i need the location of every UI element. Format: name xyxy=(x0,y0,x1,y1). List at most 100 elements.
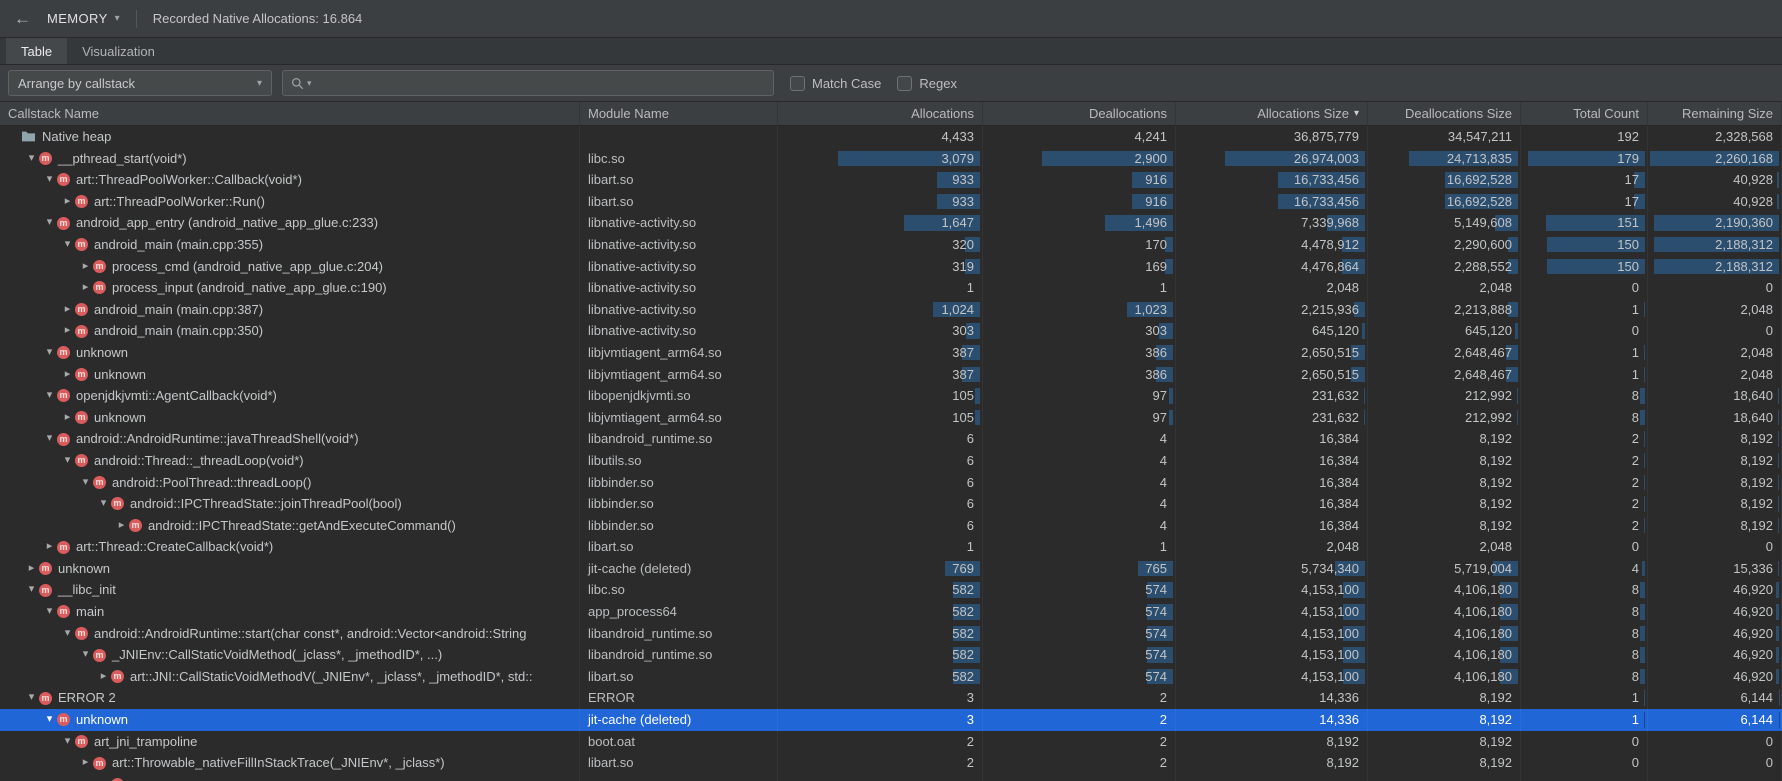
tree-expand-icon[interactable]: ▸ xyxy=(78,277,93,299)
method-icon: m xyxy=(75,735,88,748)
deallocations-cell: 1,496 xyxy=(983,212,1176,234)
tree-collapse-icon[interactable]: ▾ xyxy=(60,731,75,753)
total-count-cell: 8 xyxy=(1521,407,1648,429)
tree-expand-icon[interactable]: ▸ xyxy=(60,364,75,386)
table-row[interactable]: ▾m_JNIEnv::CallStaticVoidMethod(_jclass*… xyxy=(0,644,1782,666)
cell-value: 5,149,608 xyxy=(1454,215,1512,230)
search-field[interactable]: ▾ xyxy=(282,70,774,96)
table-row[interactable]: ▸mandroid_main (main.cpp:387)libnative-a… xyxy=(0,299,1782,321)
table-row[interactable]: ▾mandroid::Thread::_threadLoop(void*)lib… xyxy=(0,450,1782,472)
callstack-name: android::AndroidRuntime::javaThreadShell… xyxy=(76,428,359,450)
table-row[interactable]: ▾munknownlibjvmtiagent_arm64.so3873862,6… xyxy=(0,342,1782,364)
tree-collapse-icon[interactable]: ▾ xyxy=(24,687,39,709)
table-row[interactable]: ▾mERROR 2ERROR3214,3368,19216,144 xyxy=(0,687,1782,709)
deallocations-size-cell: 645,120 xyxy=(1368,320,1521,342)
table-row[interactable]: ▾mandroid::PoolThread::threadLoop()libbi… xyxy=(0,472,1782,494)
tree-collapse-icon[interactable]: ▾ xyxy=(96,493,111,515)
tree-collapse-icon[interactable]: ▾ xyxy=(42,169,57,191)
table-row[interactable]: ▾munknownjit-cache (deleted)3214,3368,19… xyxy=(0,709,1782,731)
table-row[interactable]: ▾m__libc_initlibc.so5825744,153,1004,106… xyxy=(0,579,1782,601)
column-header-allocations[interactable]: Allocations xyxy=(778,102,983,125)
tree-collapse-icon[interactable]: ▾ xyxy=(24,579,39,601)
table-row[interactable]: ▸mart::JNI::CallStaticVoidMethodV(_JNIEn… xyxy=(0,666,1782,688)
tree-collapse-icon[interactable]: ▾ xyxy=(60,450,75,472)
table-row[interactable]: ▸mart::ThreadPoolWorker::Run()libart.so9… xyxy=(0,191,1782,213)
tree-expand-icon[interactable]: ▸ xyxy=(78,256,93,278)
regex-checkbox[interactable]: Regex xyxy=(897,76,957,91)
column-header-allocations-size[interactable]: Allocations Size▾ xyxy=(1176,102,1368,125)
column-header-deallocations-size[interactable]: Deallocations Size xyxy=(1368,102,1521,125)
table-row[interactable]: ▾mandroid_app_entry (android_native_app_… xyxy=(0,212,1782,234)
table-row[interactable]: ▾mmainapp_process645825744,153,1004,106,… xyxy=(0,601,1782,623)
table-row[interactable]: ▸ xyxy=(0,774,1782,781)
tree-collapse-icon[interactable]: ▾ xyxy=(60,623,75,645)
tree-expand-icon[interactable]: ▸ xyxy=(60,407,75,429)
table-row[interactable]: ▾mart::ThreadPoolWorker::Callback(void*)… xyxy=(0,169,1782,191)
tree-expand-icon[interactable]: ▸ xyxy=(96,774,111,781)
deallocations-cell: 4,241 xyxy=(983,126,1176,148)
tree-collapse-icon[interactable]: ▾ xyxy=(24,148,39,170)
match-case-checkbox[interactable]: Match Case xyxy=(790,76,881,91)
tree-expand-icon[interactable]: ▸ xyxy=(60,320,75,342)
cell-value: 192 xyxy=(1617,129,1639,144)
table-row[interactable]: ▸mart::Thread::CreateCallback(void*)liba… xyxy=(0,536,1782,558)
cell-value: 97 xyxy=(1153,410,1167,425)
tree-expand-icon[interactable]: ▸ xyxy=(78,752,93,774)
tree-expand-icon[interactable]: ▸ xyxy=(114,515,129,537)
cell-value: 574 xyxy=(1145,647,1167,662)
tree-collapse-icon[interactable]: ▾ xyxy=(42,709,57,731)
table-row[interactable]: ▾mart_jni_trampolineboot.oat228,1928,192… xyxy=(0,731,1782,753)
session-selector[interactable]: MEMORY ▾ xyxy=(47,11,120,26)
cell-value: 582 xyxy=(952,582,974,597)
table-row[interactable]: ▾mopenjdkjvmti::AgentCallback(void*)libo… xyxy=(0,385,1782,407)
tree-expand-icon[interactable]: ▸ xyxy=(96,666,111,688)
tree-collapse-icon[interactable]: ▾ xyxy=(42,601,57,623)
allocations-size-cell: 4,153,100 xyxy=(1176,623,1368,645)
table-row[interactable]: ▸munknownlibjvmtiagent_arm64.so10597231,… xyxy=(0,407,1782,429)
table-row[interactable]: ▾mandroid::AndroidRuntime::javaThreadShe… xyxy=(0,428,1782,450)
allocations-cell: 3 xyxy=(778,687,983,709)
table-row[interactable]: Native heap4,4334,24136,875,77934,547,21… xyxy=(0,126,1782,148)
tree-collapse-icon[interactable]: ▾ xyxy=(60,234,75,256)
table-row[interactable]: ▸mart::Throwable_nativeFillInStackTrace(… xyxy=(0,752,1782,774)
table-row[interactable]: ▸mprocess_cmd (android_native_app_glue.c… xyxy=(0,256,1782,278)
table-row[interactable]: ▸mprocess_input (android_native_app_glue… xyxy=(0,277,1782,299)
column-header-callstack-name[interactable]: Callstack Name xyxy=(0,102,580,125)
column-header-deallocations[interactable]: Deallocations xyxy=(983,102,1176,125)
callstack-name: android::IPCThreadState::joinThreadPool(… xyxy=(130,493,402,515)
table-row[interactable]: ▾mandroid::IPCThreadState::joinThreadPoo… xyxy=(0,493,1782,515)
tree-collapse-icon[interactable]: ▾ xyxy=(78,644,93,666)
table-row[interactable]: ▸munknownlibjvmtiagent_arm64.so3873862,6… xyxy=(0,364,1782,386)
table-row[interactable]: ▸munknownjit-cache (deleted)7697655,734,… xyxy=(0,558,1782,580)
tree-expand-icon[interactable]: ▸ xyxy=(42,536,57,558)
tab-visualization[interactable]: Visualization xyxy=(67,38,170,64)
cell-value: 319 xyxy=(952,259,974,274)
tab-table[interactable]: Table xyxy=(6,38,67,64)
tree-collapse-icon[interactable]: ▾ xyxy=(42,342,57,364)
column-header-total-count[interactable]: Total Count xyxy=(1521,102,1648,125)
cell-value: 2 xyxy=(1632,496,1639,511)
magnitude-bar xyxy=(1777,172,1779,188)
tree-collapse-icon[interactable]: ▾ xyxy=(42,428,57,450)
table-row[interactable]: ▾m__pthread_start(void*)libc.so3,0792,90… xyxy=(0,148,1782,170)
arrange-by-dropdown[interactable]: Arrange by callstack ▾ xyxy=(8,70,272,96)
tree-expand-icon[interactable]: ▸ xyxy=(60,299,75,321)
tree-collapse-icon[interactable]: ▾ xyxy=(42,385,57,407)
search-input[interactable] xyxy=(319,76,765,91)
cell-value: 212,992 xyxy=(1465,410,1512,425)
tree-collapse-icon[interactable]: ▾ xyxy=(78,472,93,494)
module-name: libbinder.so xyxy=(580,493,778,515)
table-row[interactable]: ▸mandroid::IPCThreadState::getAndExecute… xyxy=(0,515,1782,537)
deallocations-cell: 1 xyxy=(983,277,1176,299)
table-row[interactable]: ▸mandroid_main (main.cpp:350)libnative-a… xyxy=(0,320,1782,342)
callstack-name: art::Throwable_nativeFillInStackTrace(_J… xyxy=(112,752,445,774)
table-row[interactable]: ▾mandroid_main (main.cpp:355)libnative-a… xyxy=(0,234,1782,256)
tree-expand-icon[interactable]: ▸ xyxy=(24,558,39,580)
table-row[interactable]: ▾mandroid::AndroidRuntime::start(char co… xyxy=(0,623,1782,645)
tree-expand-icon[interactable]: ▸ xyxy=(60,191,75,213)
back-arrow-icon[interactable]: ← xyxy=(14,10,31,27)
cell-value: 4,476,864 xyxy=(1301,259,1359,274)
column-header-module-name[interactable]: Module Name xyxy=(580,102,778,125)
column-header-remaining-size[interactable]: Remaining Size xyxy=(1648,102,1782,125)
tree-collapse-icon[interactable]: ▾ xyxy=(42,212,57,234)
